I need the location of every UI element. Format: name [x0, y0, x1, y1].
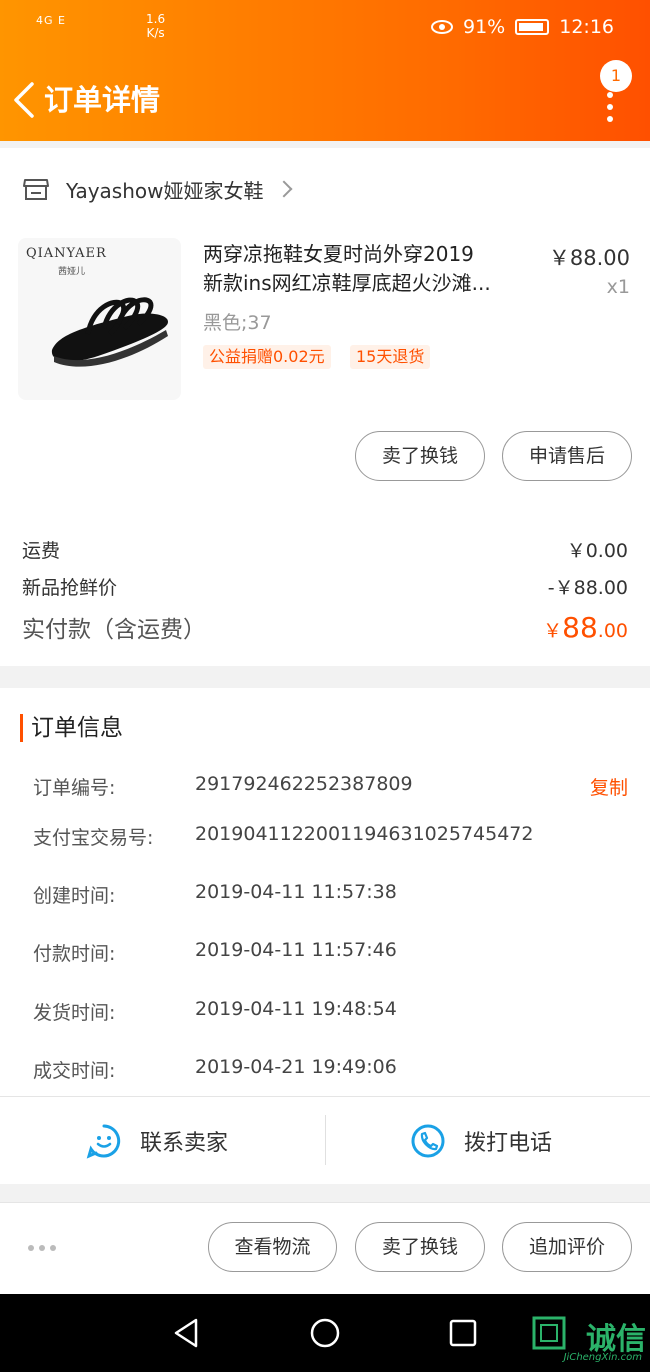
contact-seller-label: 联系卖家 — [140, 1131, 229, 1156]
speed-unit: K/s — [146, 26, 165, 40]
discount-value: -￥88.00 — [547, 577, 628, 599]
page-title: 订单详情 — [44, 83, 161, 117]
info-label: 创建时间: — [33, 885, 116, 907]
clock: 12:16 — [559, 16, 614, 38]
view-logistics-button[interactable]: 查看物流 — [208, 1222, 337, 1272]
sell-for-cash-button[interactable]: 卖了换钱 — [355, 431, 485, 481]
order-detail-page: 4G E 1.6 K/s 91% 12:16 订单详情 1 Yayashow娅娅… — [0, 0, 650, 1372]
order-info-title: 订单信息 — [20, 714, 123, 742]
eye-icon — [431, 20, 453, 34]
store-icon — [23, 179, 49, 200]
sandal-image — [51, 297, 169, 367]
info-row-shipped: 发货时间: 2019-04-11 19:48:54 — [33, 998, 628, 1025]
tag-charity: 公益捐赠0.02元 — [203, 345, 331, 369]
product-title-line-1: 两穿凉拖鞋女夏时尚外穿2019 — [203, 242, 474, 266]
tag-return: 15天退货 — [350, 345, 431, 369]
discount-label: 新品抢鲜价 — [22, 577, 118, 599]
back-arrow-icon[interactable] — [10, 80, 38, 120]
phone-icon — [411, 1124, 445, 1158]
product-quantity: x1 — [606, 276, 630, 298]
header: 4G E 1.6 K/s 91% 12:16 订单详情 1 — [0, 0, 650, 141]
info-value: 291792462252387809 — [195, 773, 413, 795]
info-value: 2019-04-11 11:57:46 — [195, 939, 397, 961]
chevron-right-icon — [275, 180, 292, 198]
info-label: 成交时间: — [33, 1060, 116, 1082]
more-vertical-icon[interactable] — [606, 92, 614, 122]
shipping-label: 运费 — [22, 540, 61, 562]
nav-bar: 订单详情 — [0, 74, 650, 124]
total-int: 88 — [562, 611, 598, 644]
status-bar: 4G E 1.6 K/s 91% 12:16 — [0, 12, 650, 46]
home-circle-icon[interactable] — [309, 1317, 341, 1349]
shop-name: Yayashow娅娅家女鞋 — [66, 178, 264, 203]
total-currency: ￥ — [543, 620, 563, 642]
more-horizontal-icon[interactable] — [28, 1245, 56, 1251]
product-title-line-2: 新款ins网红凉鞋厚底超火沙滩... — [203, 271, 491, 295]
add-review-button[interactable]: 追加评价 — [502, 1222, 632, 1272]
info-label: 付款时间: — [33, 943, 116, 965]
info-value: 2019-04-21 19:49:06 — [195, 1056, 397, 1078]
sell-for-cash-bottom-button[interactable]: 卖了换钱 — [355, 1222, 485, 1272]
network-speed: 1.6 K/s — [146, 12, 165, 40]
product-image[interactable]: QIANYAER 茜娅儿 — [18, 238, 181, 400]
battery-icon — [515, 19, 550, 35]
total-dec: .00 — [597, 620, 628, 642]
info-label: 支付宝交易号: — [33, 827, 154, 849]
signal-indicator: 4G E — [36, 14, 66, 27]
info-row-completed: 成交时间: 2019-04-21 19:49:06 — [33, 1056, 628, 1083]
after-sales-button[interactable]: 申请售后 — [502, 431, 632, 481]
watermark-sub: JiChengXin.com — [563, 1352, 642, 1363]
info-row-order-no: 订单编号: 291792462252387809 复制 — [33, 773, 628, 800]
total-label: 实付款（含运费） — [22, 617, 206, 643]
message-badge[interactable]: 1 — [600, 60, 632, 92]
divider — [325, 1115, 326, 1165]
total-value: ￥88.00 — [543, 611, 628, 644]
contact-seller-button[interactable]: 联系卖家 — [86, 1097, 228, 1185]
status-right: 91% 12:16 — [431, 16, 614, 38]
info-value: 2019-04-11 11:57:38 — [195, 881, 397, 903]
shipping-value: ￥0.00 — [566, 540, 628, 562]
info-label: 订单编号: — [33, 777, 116, 799]
info-label: 发货时间: — [33, 1002, 116, 1024]
info-row-alipay-no: 支付宝交易号: 2019041122001194631025745472 — [33, 823, 628, 850]
discount-row: 新品抢鲜价 -￥88.00 — [22, 573, 628, 600]
watermark-logo-icon — [532, 1316, 566, 1350]
call-phone-label: 拨打电话 — [464, 1131, 553, 1156]
info-value: 2019-04-11 19:48:54 — [195, 998, 397, 1020]
product-title[interactable]: 两穿凉拖鞋女夏时尚外穿2019 新款ins网红凉鞋厚底超火沙滩... — [203, 240, 533, 298]
copy-button[interactable]: 复制 — [590, 773, 628, 800]
system-nav-bar: 诚信 JiChengXin.com — [0, 1294, 650, 1372]
contact-bar: 联系卖家 拨打电话 — [0, 1096, 650, 1184]
product-sku: 黑色;37 — [203, 312, 272, 334]
chat-face-icon — [86, 1124, 121, 1159]
info-row-created: 创建时间: 2019-04-11 11:57:38 — [33, 881, 628, 908]
info-value: 2019041122001194631025745472 — [195, 823, 534, 845]
back-triangle-icon[interactable] — [172, 1317, 200, 1349]
shop-row[interactable]: Yayashow娅娅家女鞋 — [22, 172, 292, 206]
product-price: ￥88.00 — [548, 246, 630, 270]
call-phone-button[interactable]: 拨打电话 — [410, 1097, 552, 1185]
speed-value: 1.6 — [146, 12, 166, 26]
shipping-row: 运费 ￥0.00 — [22, 536, 628, 563]
info-row-paid: 付款时间: 2019-04-11 11:57:46 — [33, 939, 628, 966]
battery-percent: 91% — [463, 16, 506, 38]
recent-apps-icon[interactable] — [449, 1319, 477, 1347]
total-row: 实付款（含运费） ￥88.00 — [22, 610, 628, 644]
